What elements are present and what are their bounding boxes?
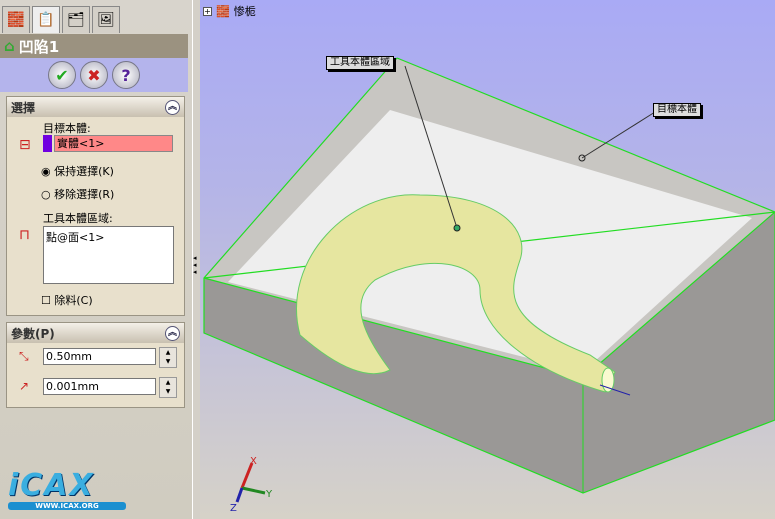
parameters-heading: 參數(P) (11, 326, 55, 341)
thickness-spinner[interactable]: ▲ ▼ (159, 347, 177, 368)
axis-x-label: X (250, 456, 257, 467)
icax-logo: iCAX WWW.ICAX.ORG (8, 470, 126, 514)
feature-title-text: 凹陷1 (18, 37, 60, 56)
help-button[interactable]: ? (112, 61, 140, 89)
feature-title: ⌂ 凹陷1 (0, 34, 188, 58)
tool-body-item[interactable]: 點@面<1> (46, 231, 104, 244)
feature-icon: ⌂ (4, 37, 15, 55)
clearance-spinner[interactable]: ▲ ▼ (159, 377, 177, 398)
keep-selection-label: 保持選擇(K) (54, 165, 114, 178)
display-manager-tab[interactable]: 🖼 (92, 6, 120, 33)
graphics-viewport[interactable]: + 🧱 惨栀 X Y Z 工具本體區域 目標本體 (200, 0, 775, 519)
collapse-icon[interactable]: ︽ (165, 99, 180, 115)
selection-heading: 選擇 (11, 100, 36, 115)
feature-manager-tab[interactable]: 🧱 (2, 6, 30, 33)
tool-body-label: 工具本體區域: (43, 212, 113, 225)
target-body-field[interactable]: 實體<1> (54, 135, 173, 152)
thickness-icon: ⤡ (19, 349, 29, 363)
cancel-button[interactable]: ✖ (80, 61, 108, 89)
clearance-input[interactable] (43, 378, 156, 395)
parameters-group: 參數(P) ︽ ⤡ ▲▼ ↗ ▲▼ (6, 322, 185, 408)
tool-body-callout[interactable]: 工具本體區域 (326, 56, 394, 70)
cut-checkbox[interactable]: ☐ 除料(C) (41, 292, 93, 308)
selection-group: 選擇 ︽ 目標本體: ⊟ 實體<1> ◉ 保持選擇(K) ○ 移除選擇(R) 工具… (6, 96, 185, 316)
configuration-manager-tab[interactable]: 🗂 (62, 6, 90, 33)
clearance-icon: ↗ (19, 379, 30, 393)
thickness-input[interactable] (43, 348, 156, 365)
collapse-icon[interactable]: ︽ (165, 325, 180, 341)
tool-body-list[interactable]: 點@面<1> (43, 226, 174, 284)
target-body-callout[interactable]: 目標本體 (653, 103, 701, 117)
axis-z-label: Z (230, 503, 237, 514)
remove-selection-label: 移除選擇(R) (54, 188, 115, 201)
ok-button[interactable]: ✔ (48, 61, 76, 89)
keep-selection-radio[interactable]: ◉ 保持選擇(K) (41, 163, 114, 179)
remove-selection-radio[interactable]: ○ 移除選擇(R) (41, 186, 114, 202)
model-view: X Y Z (203, 57, 775, 514)
manager-tabs: 🧱 📋 🗂 🖼 (2, 6, 120, 33)
target-body-label: 目標本體: (43, 122, 91, 135)
color-swatch (43, 135, 52, 152)
target-body-icon: ⊟ (19, 137, 31, 153)
property-manager-tab[interactable]: 📋 (32, 6, 60, 33)
tool-body-icon: ⊓ (19, 227, 30, 243)
property-manager-panel: 🧱 📋 🗂 🖼 ⌂ 凹陷1 ✔ ✖ ? 選擇 ︽ 目標本體: ⊟ 實體<1> ◉ 保… (0, 0, 193, 519)
axis-y-label: Y (265, 489, 273, 500)
cut-label: 除料(C) (54, 294, 93, 307)
